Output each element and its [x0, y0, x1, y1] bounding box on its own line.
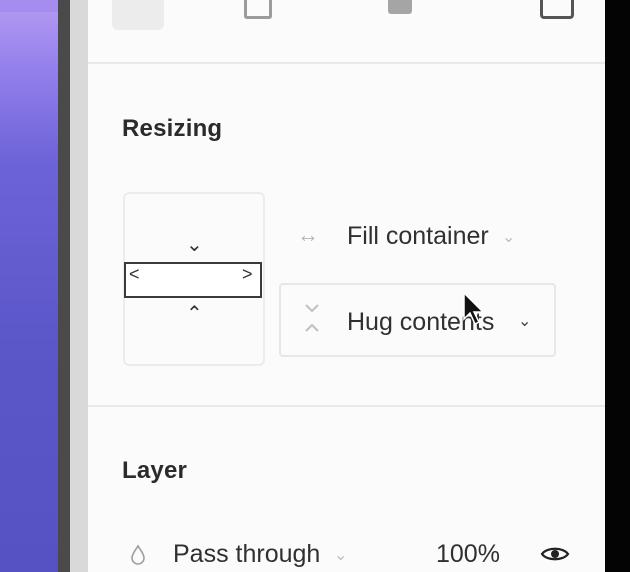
panel-left-gutter: [70, 0, 88, 572]
blend-mode-select[interactable]: Pass through: [173, 540, 320, 569]
chevron-left-icon: <: [129, 264, 140, 284]
chevron-down-icon[interactable]: ⌄: [518, 311, 531, 331]
chevron-right-icon: >: [242, 264, 253, 284]
opacity-input[interactable]: 100%: [436, 540, 500, 569]
vertical-collapse-icon: [305, 304, 319, 332]
layer-title: Layer: [122, 457, 188, 484]
chevron-down-icon: ⌄: [186, 234, 203, 256]
section-divider: [88, 62, 605, 64]
mouse-cursor-icon: [463, 291, 485, 326]
drop-icon: [131, 544, 145, 565]
screen-edge: [605, 0, 630, 572]
width-mode-select[interactable]: Fill container: [347, 222, 489, 251]
resizing-title: Resizing: [122, 115, 223, 142]
distribute-icon[interactable]: [388, 0, 412, 14]
frame-icon[interactable]: [540, 0, 574, 19]
horizontal-arrows-icon: ↔: [297, 222, 319, 247]
alignment-button[interactable]: [112, 0, 164, 30]
eye-icon[interactable]: [540, 544, 570, 564]
chevron-down-icon[interactable]: ⌄: [502, 227, 515, 247]
panel-left-border: [58, 0, 70, 572]
section-divider: [88, 405, 605, 407]
align-bottom-icon[interactable]: [244, 0, 272, 19]
chevron-up-icon: ⌃: [186, 303, 203, 325]
chevron-down-icon[interactable]: ⌄: [334, 545, 347, 565]
